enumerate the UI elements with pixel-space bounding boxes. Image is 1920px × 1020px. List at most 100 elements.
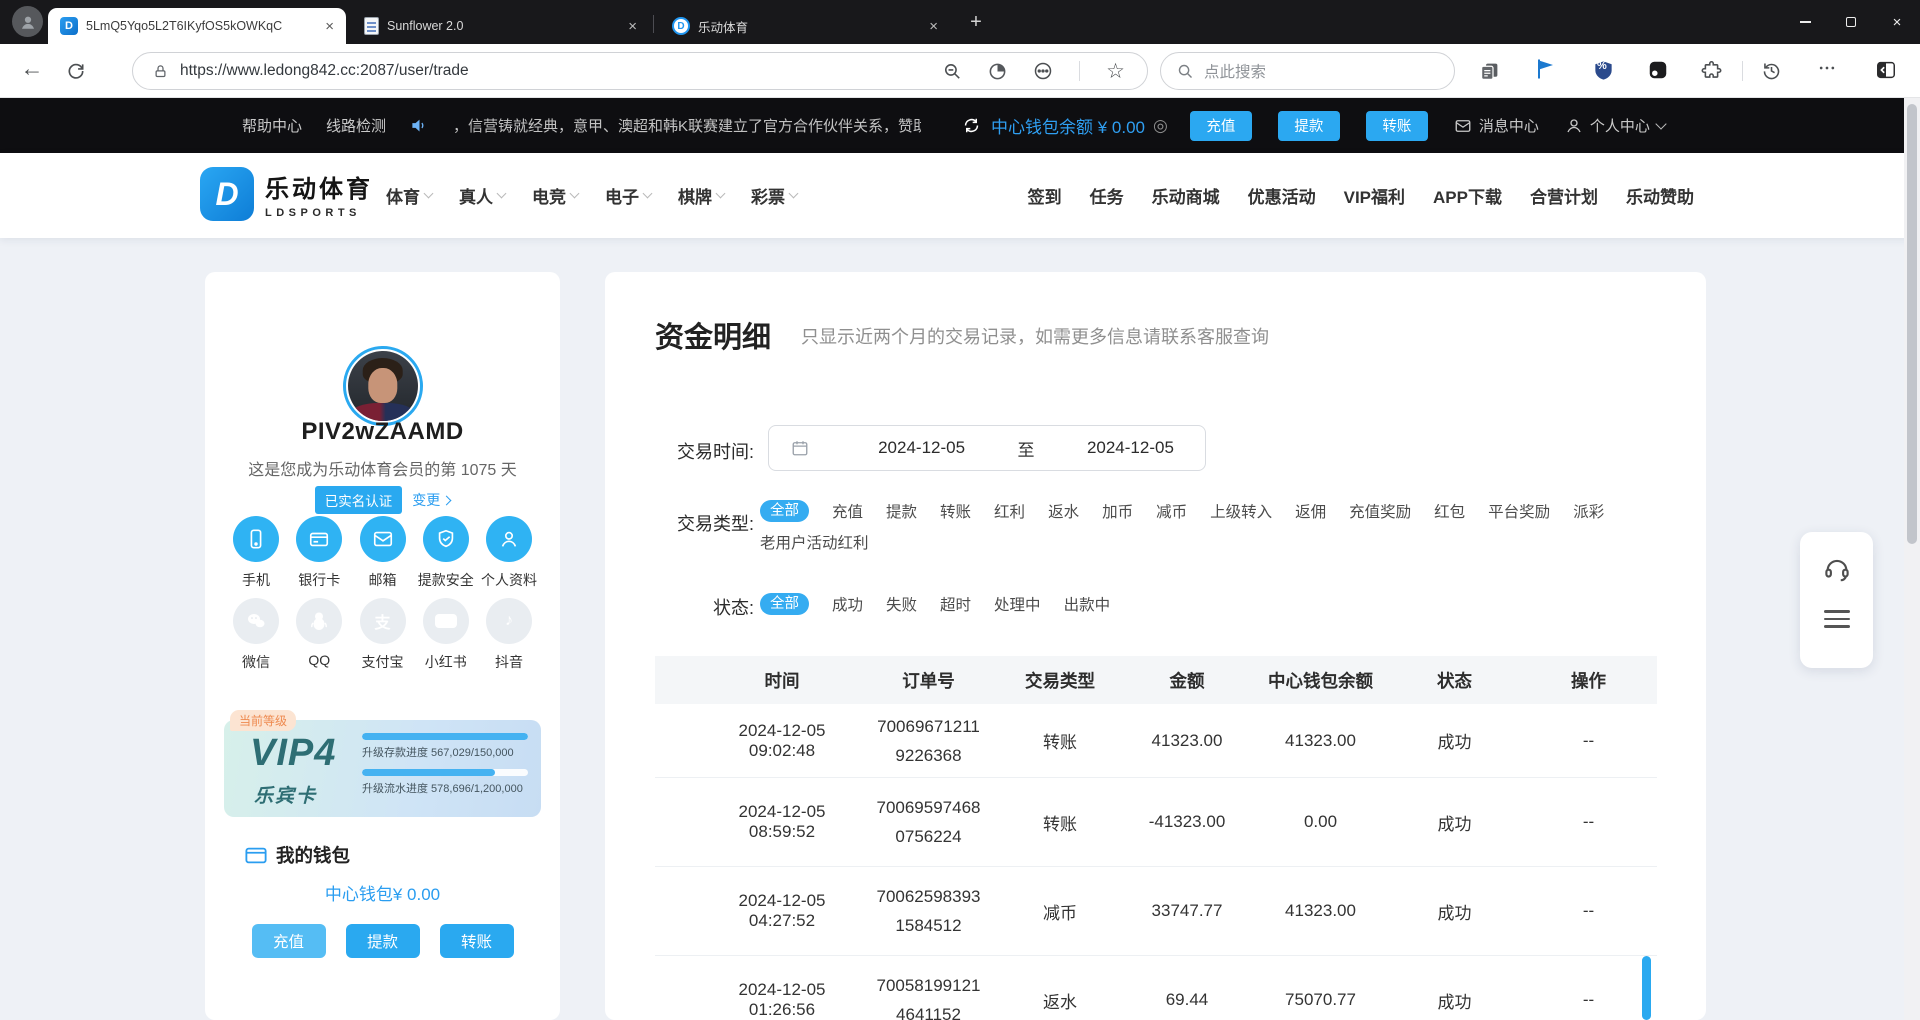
type-filter-option[interactable]: 充值奖励 <box>1349 500 1411 522</box>
wallet-deposit-button[interactable]: 充值 <box>252 924 326 958</box>
type-filter-option[interactable]: 平台奖励 <box>1488 500 1550 522</box>
type-filter-option[interactable]: 返水 <box>1048 500 1079 522</box>
nav-link-affiliate[interactable]: 合营计划 <box>1530 183 1598 208</box>
favorite-star-icon[interactable]: ☆ <box>1106 59 1125 84</box>
shield-extension-icon[interactable]: % <box>1589 56 1617 84</box>
page-scrollbar-thumb[interactable] <box>1907 104 1917 544</box>
reload-button[interactable] <box>62 57 90 85</box>
type-filter-option[interactable]: 红包 <box>1434 500 1465 522</box>
translate-icon[interactable] <box>988 62 1007 81</box>
wallet-transfer-button[interactable]: 转账 <box>440 924 514 958</box>
date-to-value[interactable]: 2024-12-05 <box>1056 438 1205 458</box>
line-check-link[interactable]: 线路检测 <box>326 115 386 136</box>
type-filter-option[interactable]: 加币 <box>1102 500 1133 522</box>
type-filter-option[interactable]: 上级转入 <box>1210 500 1272 522</box>
binding-alipay[interactable]: 支 支付宝 <box>354 598 412 672</box>
nav-link-promotions[interactable]: 优惠活动 <box>1248 183 1316 208</box>
collections-icon[interactable] <box>1475 57 1503 85</box>
url-text[interactable]: https://www.ledong842.cc:2087/user/trade <box>180 62 943 80</box>
site-topbar: 帮助中心 线路检测 ，信营铸就经典，意甲、澳超和韩K联赛建立了官方合作伙伴关系，… <box>0 98 1920 153</box>
window-minimize-button[interactable] <box>1782 0 1828 44</box>
refresh-balance-icon[interactable] <box>962 116 981 135</box>
history-icon[interactable] <box>1757 56 1785 84</box>
binding-douyin[interactable]: ♪ 抖音 <box>480 598 538 672</box>
window-maximize-button[interactable] <box>1828 0 1874 44</box>
nav-link-checkin[interactable]: 签到 <box>1028 183 1062 208</box>
personal-center-menu[interactable]: 个人中心 <box>1565 115 1665 136</box>
browser-tab-3[interactable]: D 乐动体育 × <box>660 8 950 44</box>
flag-extension-icon[interactable] <box>1532 55 1560 83</box>
tab-close-icon[interactable]: × <box>628 19 637 34</box>
back-button[interactable]: ← <box>18 54 46 82</box>
nav-menu-sports[interactable]: 体育 <box>386 183 432 208</box>
tab-close-icon[interactable]: × <box>929 19 938 34</box>
window-close-button[interactable]: × <box>1874 0 1920 44</box>
table-scrollbar-thumb[interactable] <box>1642 956 1651 1020</box>
toggle-balance-visibility-icon[interactable]: ◎ <box>1153 116 1168 136</box>
tab-close-icon[interactable]: × <box>325 19 334 34</box>
nav-menu-slots[interactable]: 电子 <box>605 183 651 208</box>
site-logo[interactable]: D 乐动体育 LDSPORTS <box>200 167 373 221</box>
customer-service-button[interactable] <box>1822 554 1852 584</box>
type-filter-all[interactable]: 全部 <box>760 500 809 523</box>
nav-menu-esports[interactable]: 电竞 <box>532 183 578 208</box>
address-bar[interactable]: https://www.ledong842.cc:2087/user/trade… <box>132 52 1148 90</box>
split-screen-icon[interactable] <box>1872 56 1900 84</box>
more-tools-icon[interactable] <box>1033 61 1053 81</box>
topbar-deposit-button[interactable]: 充值 <box>1190 111 1252 141</box>
nav-link-tasks[interactable]: 任务 <box>1090 183 1124 208</box>
type-filter-option[interactable]: 充值 <box>832 500 863 522</box>
status-filter-option[interactable]: 处理中 <box>994 593 1041 615</box>
status-filter-option[interactable]: 成功 <box>832 593 863 615</box>
binding-wechat[interactable]: 微信 <box>227 598 285 672</box>
extensions-puzzle-icon[interactable] <box>1697 56 1725 84</box>
avatar[interactable] <box>343 346 423 426</box>
chat-extension-icon[interactable] <box>1644 56 1672 84</box>
status-filter-option[interactable]: 失败 <box>886 593 917 615</box>
nav-menu-lottery[interactable]: 彩票 <box>751 183 797 208</box>
type-filter-option[interactable]: 提款 <box>886 500 917 522</box>
browser-menu-icon[interactable] <box>1813 54 1841 82</box>
status-filter-all[interactable]: 全部 <box>760 593 809 616</box>
type-filter-option[interactable]: 红利 <box>994 500 1025 522</box>
search-box[interactable]: 点此搜索 <box>1160 52 1455 90</box>
binding-personal-info[interactable]: 个人资料 <box>480 516 538 590</box>
reload-icon <box>66 61 86 81</box>
new-tab-button[interactable]: + <box>962 8 990 36</box>
nav-menu-cards[interactable]: 棋牌 <box>678 183 724 208</box>
message-center-link[interactable]: 消息中心 <box>1454 115 1539 136</box>
nav-menu-live[interactable]: 真人 <box>459 183 505 208</box>
date-range-picker[interactable]: 2024-12-05 至 2024-12-05 <box>768 425 1206 471</box>
change-link[interactable]: 变更 <box>412 490 450 510</box>
binding-phone[interactable]: 手机 <box>227 516 285 590</box>
topbar-withdraw-button[interactable]: 提款 <box>1278 111 1340 141</box>
browser-profile-avatar[interactable] <box>12 6 43 37</box>
binding-bankcard[interactable]: 银行卡 <box>290 516 348 590</box>
status-filter-option[interactable]: 超时 <box>940 593 971 615</box>
vip-level-card[interactable]: 当前等级 VIP4 乐宾卡 升级存款进度 567,029/150,000 升级流… <box>224 720 541 817</box>
nav-link-vip[interactable]: VIP福利 <box>1344 183 1405 208</box>
browser-tab-2[interactable]: Sunflower 2.0 × <box>352 8 649 44</box>
lock-icon[interactable] <box>153 64 168 79</box>
topbar-transfer-button[interactable]: 转账 <box>1366 111 1428 141</box>
type-filter-option[interactable]: 转账 <box>940 500 971 522</box>
nav-link-app[interactable]: APP下载 <box>1433 183 1502 208</box>
binding-email[interactable]: 邮箱 <box>354 516 412 590</box>
date-from-value[interactable]: 2024-12-05 <box>847 438 996 458</box>
page-scrollbar[interactable] <box>1904 98 1920 1020</box>
status-filter-option[interactable]: 出款中 <box>1064 593 1111 615</box>
nav-link-sponsor[interactable]: 乐动赞助 <box>1626 183 1694 208</box>
zoom-out-icon[interactable] <box>943 62 962 81</box>
wallet-withdraw-button[interactable]: 提款 <box>346 924 420 958</box>
menu-toggle-button[interactable] <box>1824 610 1850 628</box>
type-filter-option[interactable]: 老用户活动红利 <box>760 531 869 553</box>
type-filter-option[interactable]: 减币 <box>1156 500 1187 522</box>
type-filter-option[interactable]: 返佣 <box>1295 500 1326 522</box>
type-filter-option[interactable]: 派彩 <box>1573 500 1604 522</box>
help-center-link[interactable]: 帮助中心 <box>242 115 302 136</box>
binding-withdraw-security[interactable]: 提款安全 <box>417 516 475 590</box>
nav-link-mall[interactable]: 乐动商城 <box>1152 183 1220 208</box>
binding-xiaohongshu[interactable]: 小红书 <box>417 598 475 672</box>
browser-tab-1[interactable]: D 5LmQ5Yqo5L2T6IKyfOS5kOWKqC × <box>48 8 346 44</box>
binding-qq[interactable]: QQ <box>290 598 348 672</box>
